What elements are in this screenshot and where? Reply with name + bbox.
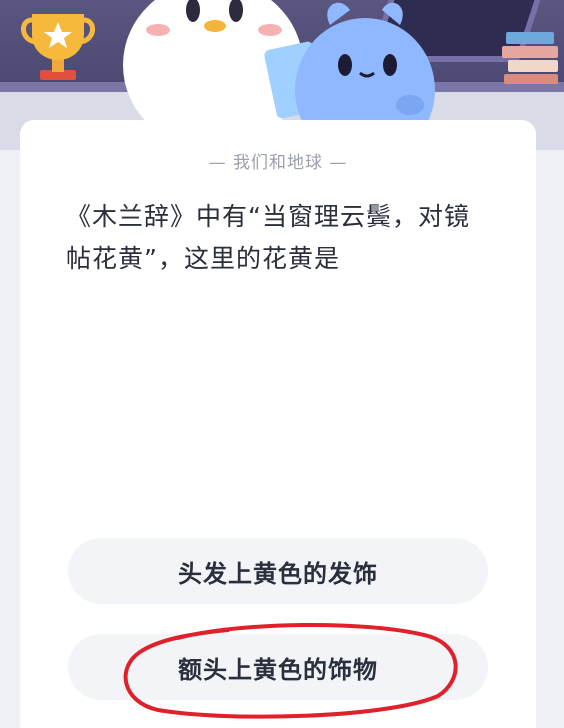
answer-option-2[interactable]: 额头上黄色的饰物: [68, 634, 488, 700]
question-card: — 我们和地球 — 《木兰辞》中有“当窗理云鬓，对镜帖花黄”，这里的花黄是 头发…: [20, 120, 536, 728]
question-text: 《木兰辞》中有“当窗理云鬓，对镜帖花黄”，这里的花黄是: [66, 202, 470, 273]
books-icon: [502, 32, 558, 84]
answer-option-1[interactable]: 头发上黄色的发饰: [68, 538, 488, 604]
trophy-icon: [21, 14, 95, 80]
category-tag: — 我们和地球 —: [208, 153, 348, 173]
